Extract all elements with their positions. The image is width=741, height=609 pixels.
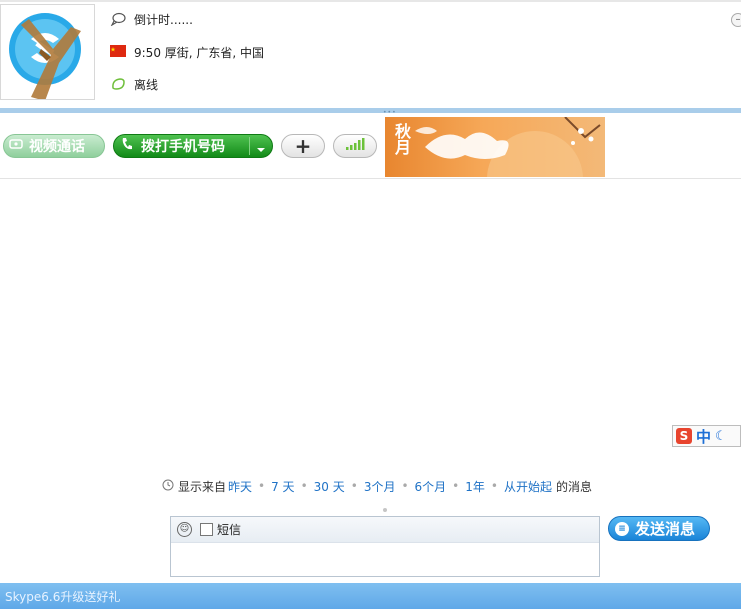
- history-link-30-days[interactable]: 30 天: [314, 478, 345, 495]
- history-link-yesterday[interactable]: 昨天: [228, 478, 252, 495]
- plus-icon: +: [294, 134, 312, 158]
- china-flag-icon: [110, 45, 126, 59]
- top-border: [0, 0, 741, 2]
- close-icon[interactable]: –: [731, 13, 741, 27]
- splitter-grip-icon[interactable]: •••: [383, 109, 397, 116]
- sms-checkbox[interactable]: [200, 523, 213, 536]
- speech-bubble-icon: [110, 12, 126, 27]
- splitter[interactable]: [0, 108, 741, 113]
- separator-dot: •: [490, 479, 498, 493]
- call-phone-button[interactable]: 拨打手机号码: [113, 134, 273, 158]
- separator-dot: •: [452, 479, 460, 493]
- video-camera-icon: [9, 138, 23, 154]
- separator-dot: •: [300, 479, 308, 493]
- clock-icon: [162, 479, 174, 494]
- call-quality-button[interactable]: [333, 134, 377, 158]
- compose-toolbar: ☺ 短信: [171, 517, 599, 543]
- banner-title: 秋月: [392, 123, 411, 155]
- countdown-text: 倒计时......: [134, 12, 193, 27]
- avatar[interactable]: [0, 4, 95, 100]
- send-message-button[interactable]: ≡ 发送消息: [608, 516, 710, 541]
- separator-dot: •: [350, 479, 358, 493]
- history-prefix: 显示来自: [178, 479, 227, 494]
- history-link-3-months[interactable]: 3个月: [364, 478, 396, 495]
- history-suffix: 的消息: [555, 479, 592, 494]
- moon-icon[interactable]: ☾: [715, 429, 727, 444]
- status-text: 离线: [134, 77, 159, 92]
- separator-dot: •: [401, 479, 409, 493]
- chevron-down-icon[interactable]: [256, 142, 266, 158]
- sms-label[interactable]: 短信: [217, 521, 241, 538]
- signal-strength-icon: [345, 137, 365, 155]
- message-compose-box[interactable]: ☺ 短信: [170, 516, 600, 577]
- separator-dot: •: [258, 479, 266, 493]
- send-message-label: 发送消息: [635, 520, 696, 538]
- offline-status-icon: [110, 77, 126, 91]
- ime-mode-label[interactable]: 中: [696, 426, 711, 447]
- toolbar-divider: [0, 178, 741, 179]
- ime-status-bar[interactable]: S 中 ☾: [672, 425, 741, 447]
- button-separator: [249, 137, 250, 155]
- history-link-from-start[interactable]: 从开始起: [504, 478, 552, 495]
- skype-avatar-icon: [9, 13, 81, 99]
- history-link-1-year[interactable]: 1年: [465, 478, 485, 495]
- chat-bubble-icon: ≡: [615, 521, 629, 536]
- location-text: 9:50 厚街, 广东省, 中国: [134, 45, 265, 60]
- video-call-button[interactable]: 视频通话: [3, 134, 105, 158]
- emoticon-icon[interactable]: ☺: [177, 522, 192, 537]
- sogou-logo-icon[interactable]: S: [676, 428, 692, 444]
- resize-handle-icon[interactable]: [383, 508, 387, 512]
- message-input[interactable]: [171, 543, 599, 577]
- history-filter: 显示来自 昨天 • 7 天 • 30 天 • 3个月 • 6个月 • 1年 • …: [162, 477, 592, 495]
- history-link-6-months[interactable]: 6个月: [415, 478, 447, 495]
- promo-footer[interactable]: Skype6.6升级送好礼: [0, 583, 741, 609]
- history-link-7-days[interactable]: 7 天: [271, 478, 294, 495]
- advertisement-banner[interactable]: 秋月: [385, 117, 605, 177]
- video-call-label: 视频通话: [29, 139, 85, 155]
- promo-text[interactable]: Skype6.6升级送好礼: [5, 588, 120, 605]
- autumn-moon-banner-image: [415, 117, 601, 177]
- location-row: 9:50 厚街, 广东省, 中国: [110, 43, 264, 61]
- call-phone-label: 拨打手机号码: [141, 139, 225, 155]
- phone-icon: [121, 137, 133, 155]
- status-row: 离线: [110, 75, 158, 93]
- add-button[interactable]: +: [281, 134, 325, 158]
- countdown-row: 倒计时......: [110, 10, 193, 28]
